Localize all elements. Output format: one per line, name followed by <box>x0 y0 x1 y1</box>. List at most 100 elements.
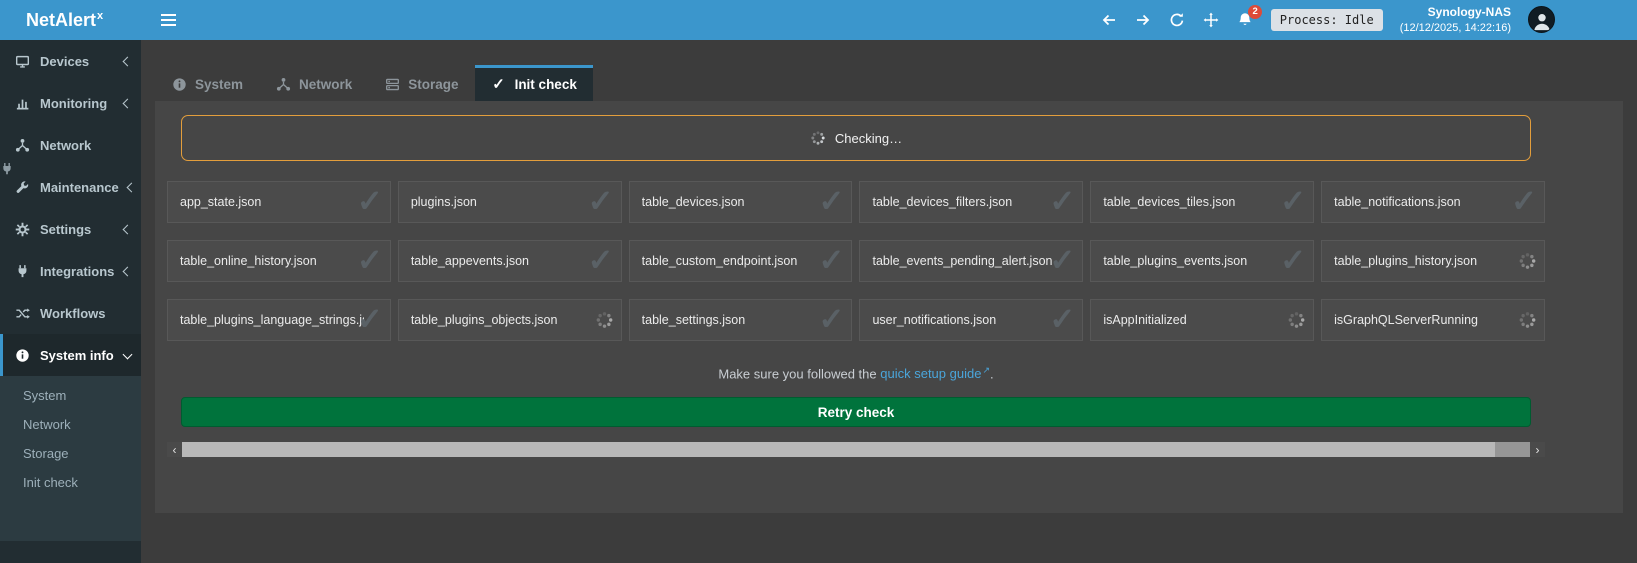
check-icon: ✓ <box>1049 245 1075 276</box>
quick-setup-link[interactable]: quick setup guide↗ <box>880 366 990 381</box>
top-navbar: NetAlertx 2 Process: Idle Synology-NAS (… <box>0 0 1637 40</box>
check-icon: ✓ <box>1280 245 1306 276</box>
topbar-right-cluster: 2 Process: Idle Synology-NAS (12/12/2025… <box>1101 5 1637 35</box>
host-name: Synology-NAS <box>1400 5 1511 21</box>
check-icon: ✓ <box>1511 186 1537 217</box>
scrollbar-thumb[interactable] <box>182 442 1495 457</box>
storage-icon <box>384 77 400 93</box>
forward-icon[interactable] <box>1135 11 1152 28</box>
init-check-tile: isAppInitialized <box>1090 299 1314 341</box>
user-avatar[interactable] <box>1528 6 1555 33</box>
tile-label: table_plugins_events.json <box>1103 254 1247 268</box>
tile-label: table_online_history.json <box>180 254 317 268</box>
maintenance-icon <box>14 180 31 195</box>
sidebar-item-label: Monitoring <box>40 96 107 111</box>
sidebar-item-label: Maintenance <box>40 180 119 195</box>
move-icon[interactable] <box>1203 11 1220 28</box>
sidebar-subitem-storage[interactable]: Storage <box>0 439 141 468</box>
tab-storage[interactable]: Storage <box>368 65 474 101</box>
init-check-tile: table_events_pending_alert.json✓ <box>859 240 1083 282</box>
tile-label: user_notifications.json <box>872 313 996 327</box>
init-check-tile: table_custom_endpoint.json✓ <box>629 240 853 282</box>
tile-label: table_devices_filters.json <box>872 195 1012 209</box>
init-check-tile: table_appevents.json ✓ <box>398 240 622 282</box>
chevron-left-icon <box>126 182 136 192</box>
network-icon <box>14 138 31 153</box>
check-icon: ✓ <box>588 245 614 276</box>
sidebar-item-system-info[interactable]: System info <box>0 334 141 376</box>
init-check-tile: app_state.json ✓ <box>167 181 391 223</box>
sidebar-submenu: System Network Storage Init check <box>0 376 141 541</box>
gear-icon <box>14 222 31 237</box>
sidebar-item-label: Network <box>40 138 91 153</box>
tab-label: System <box>195 77 243 92</box>
external-link-icon: ↗ <box>982 365 990 375</box>
chevron-left-icon <box>123 98 133 108</box>
tile-label: table_devices.json <box>642 195 745 209</box>
sidebar-item-label: Devices <box>40 54 89 69</box>
sidebar-toggle-button[interactable] <box>157 8 180 32</box>
tab-init-check[interactable]: ✓ Init check <box>475 65 593 101</box>
check-icon: ✓ <box>819 304 845 335</box>
check-icon: ✓ <box>1049 186 1075 217</box>
info-icon <box>171 77 187 93</box>
sidebar-item-label: System info <box>40 348 114 363</box>
tile-label: table_plugins_language_strings.json <box>180 313 364 327</box>
init-check-tile: table_plugins_events.json ✓ <box>1090 240 1314 282</box>
plug-icon <box>0 162 14 181</box>
tab-system[interactable]: System <box>155 65 259 101</box>
sidebar-item-settings[interactable]: Settings <box>0 208 141 250</box>
devices-icon <box>14 54 31 69</box>
app-logo[interactable]: NetAlertx <box>0 0 141 40</box>
tile-label: plugins.json <box>411 195 477 209</box>
sidebar-item-network[interactable]: Network <box>0 124 141 166</box>
chevron-down-icon <box>123 349 133 359</box>
sidebar-item-devices[interactable]: Devices <box>0 40 141 82</box>
shuffle-icon <box>14 306 31 321</box>
tab-label: Storage <box>408 77 458 92</box>
sidebar-subitem-network[interactable]: Network <box>0 410 141 439</box>
tile-label: table_appevents.json <box>411 254 529 268</box>
sidebar-item-label: Integrations <box>40 264 114 279</box>
horizontal-scrollbar[interactable]: ‹ › <box>167 442 1545 457</box>
check-icon: ✓ <box>1280 186 1306 217</box>
spinner-icon <box>595 311 614 330</box>
sidebar-item-maintenance[interactable]: Maintenance <box>0 166 141 208</box>
sidebar-item-label: Settings <box>40 222 91 237</box>
notifications-bell-icon[interactable]: 2 <box>1237 11 1254 28</box>
refresh-icon[interactable] <box>1169 11 1186 28</box>
init-check-tile: table_devices.json✓ <box>629 181 853 223</box>
scroll-left-button[interactable]: ‹ <box>167 442 182 457</box>
tile-label: table_custom_endpoint.json <box>642 254 798 268</box>
sidebar-item-monitoring[interactable]: Monitoring <box>0 82 141 124</box>
main-content: System Network Storage ✓ Init check Chec… <box>141 65 1637 513</box>
host-info: Synology-NAS (12/12/2025, 14:22:16) <box>1400 5 1511 35</box>
tab-label: Network <box>299 77 352 92</box>
retry-check-button[interactable]: Retry check <box>181 397 1531 427</box>
network-icon <box>275 77 291 93</box>
sidebar-subitem-init-check[interactable]: Init check <box>0 468 141 497</box>
tile-label: app_state.json <box>180 195 261 209</box>
sidebar-item-integrations[interactable]: Integrations <box>0 250 141 292</box>
init-check-tile: plugins.json ✓ <box>398 181 622 223</box>
chevron-left-icon <box>123 266 133 276</box>
sidebar-item-workflows[interactable]: Workflows <box>0 292 141 334</box>
scroll-right-button[interactable]: › <box>1530 442 1545 457</box>
back-icon[interactable] <box>1101 11 1118 28</box>
sidebar-item-label: Workflows <box>40 306 106 321</box>
chevron-left-icon <box>123 224 133 234</box>
tile-label: table_plugins_objects.json <box>411 313 558 327</box>
scrollbar-track[interactable] <box>182 442 1530 457</box>
checking-text: Checking… <box>835 131 902 146</box>
init-check-tile: table_plugins_objects.json <box>398 299 622 341</box>
hint-suffix: . <box>990 366 994 381</box>
check-icon: ✓ <box>357 186 383 217</box>
monitoring-icon <box>14 96 31 111</box>
check-icon: ✓ <box>588 186 614 217</box>
chevron-left-icon <box>123 56 133 66</box>
init-check-grid: app_state.json ✓ plugins.json ✓ table_device… <box>167 181 1545 341</box>
init-check-tile: isGraphQLServerRunning <box>1321 299 1545 341</box>
sidebar-subitem-system[interactable]: System <box>0 381 141 410</box>
brand-sup: x <box>97 10 103 22</box>
tab-network[interactable]: Network <box>259 65 368 101</box>
